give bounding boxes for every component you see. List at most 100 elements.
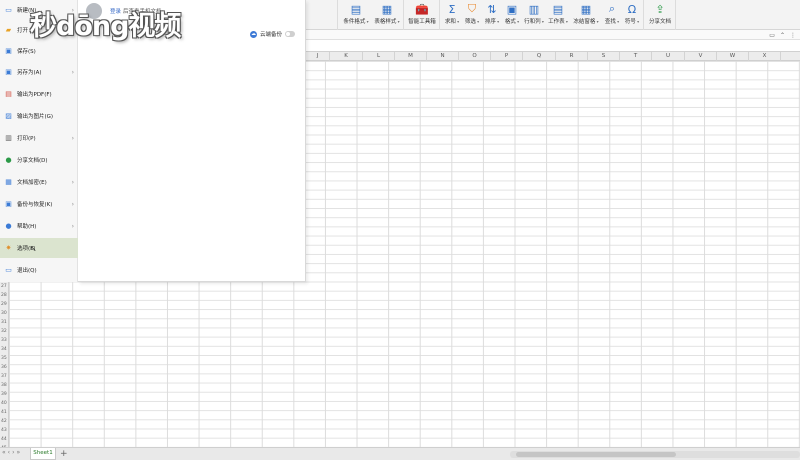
freeze-panes-button[interactable]: ▦ 冻结窗格 bbox=[571, 2, 601, 28]
ribbon-share-group: ⇪ 分享文档 bbox=[644, 0, 676, 30]
menu-item-label: 分享文档(D) bbox=[17, 158, 48, 164]
row-header[interactable]: 33 bbox=[0, 338, 9, 343]
column-header[interactable]: J bbox=[306, 52, 330, 61]
next-sheet-icon[interactable]: › bbox=[12, 449, 14, 456]
menu-item-save[interactable]: ▣ 保存(S) bbox=[0, 41, 78, 61]
menu-item-label: 打印(P) bbox=[17, 136, 36, 142]
first-sheet-icon[interactable]: « bbox=[2, 449, 6, 456]
prev-sheet-icon[interactable]: ‹ bbox=[8, 449, 10, 456]
row-header[interactable]: 27 bbox=[0, 284, 9, 289]
last-sheet-icon[interactable]: » bbox=[16, 449, 20, 456]
save-icon: ▣ bbox=[5, 47, 12, 55]
smart-toolbox-button[interactable]: 🧰 智能工具箱 bbox=[406, 2, 438, 28]
share-document-label: 分享文档 bbox=[648, 19, 671, 25]
column-header[interactable]: N bbox=[427, 52, 459, 61]
row-header[interactable]: 35 bbox=[0, 356, 9, 361]
menu-item-exit[interactable]: ▭ 退出(Q) bbox=[0, 260, 78, 280]
comment-icon[interactable]: ▭ bbox=[769, 32, 775, 39]
column-header[interactable]: Q bbox=[523, 52, 556, 61]
worksheet-button[interactable]: ▤ 工作表 bbox=[547, 2, 569, 28]
format-button[interactable]: ▣ 格式 bbox=[503, 2, 521, 28]
row-header[interactable]: 42 bbox=[0, 419, 9, 424]
chevron-right-icon: › bbox=[71, 200, 74, 208]
menu-item-label: 保存(S) bbox=[17, 49, 36, 55]
column-header[interactable]: T bbox=[620, 52, 652, 61]
filter-icon: ⛉ bbox=[467, 2, 477, 15]
lock-icon: ▦ bbox=[5, 178, 12, 186]
rows-columns-button[interactable]: ▥ 行和列 bbox=[523, 2, 545, 28]
row-header[interactable]: 38 bbox=[0, 383, 9, 388]
row-header[interactable]: 44 bbox=[0, 437, 9, 442]
column-header[interactable]: M bbox=[395, 52, 427, 61]
row-header[interactable]: 30 bbox=[0, 311, 9, 316]
sort-button[interactable]: ⇅ 排序 bbox=[483, 2, 501, 28]
menu-item-label: 另存为(A) bbox=[17, 70, 42, 76]
conditional-format-label: 条件格式 bbox=[343, 17, 368, 25]
menu-item-backup[interactable]: ▣ 备份与恢复(K) › bbox=[0, 194, 78, 214]
gear-icon: ✷ bbox=[5, 244, 12, 252]
column-header[interactable]: V bbox=[685, 52, 717, 61]
row-header[interactable]: 29 bbox=[0, 302, 9, 307]
row-header[interactable]: 32 bbox=[0, 329, 9, 334]
row-header[interactable]: 34 bbox=[0, 347, 9, 352]
menu-item-export-image[interactable]: ▨ 输出为图片(G) bbox=[0, 106, 78, 126]
minimize-ribbon-icon[interactable]: ⌃ bbox=[780, 32, 785, 39]
sheet-tab-bar: « ‹ › » Sheet1 + bbox=[0, 447, 800, 460]
menu-item-label: 输出为图片(G) bbox=[17, 114, 54, 120]
conditional-format-icon: ▤ bbox=[350, 2, 362, 16]
sum-button[interactable]: Σ 求和 bbox=[443, 2, 461, 28]
menu-item-options[interactable]: ✷ 选项(L) bbox=[0, 238, 78, 258]
share-icon: ● bbox=[5, 156, 12, 164]
row-header[interactable]: 31 bbox=[0, 320, 9, 325]
omega-icon: Ω bbox=[627, 2, 637, 16]
column-header[interactable]: X bbox=[749, 52, 781, 61]
help-icon: ● bbox=[5, 222, 12, 230]
cloud-backup-setting: ☁ 云端备份 bbox=[249, 30, 295, 38]
menu-item-help[interactable]: ● 帮助(H) › bbox=[0, 216, 78, 236]
column-header[interactable]: S bbox=[588, 52, 620, 61]
ribbon-style-group: ▤ 条件格式 ▦ 表格样式 bbox=[338, 0, 404, 30]
find-button[interactable]: ⌕ 查找 bbox=[603, 2, 621, 28]
column-header[interactable]: U bbox=[652, 52, 685, 61]
window-icons: ▭ ⌃ ⋮ bbox=[769, 30, 796, 40]
horizontal-scroll-thumb[interactable] bbox=[516, 452, 676, 457]
row-header[interactable]: 28 bbox=[0, 293, 9, 298]
column-header[interactable]: W bbox=[717, 52, 749, 61]
row-header[interactable]: 37 bbox=[0, 374, 9, 379]
row-header[interactable]: 39 bbox=[0, 392, 9, 397]
column-header[interactable]: O bbox=[459, 52, 491, 61]
row-header[interactable]: 36 bbox=[0, 365, 9, 370]
folder-open-icon: ▰ bbox=[5, 26, 12, 34]
filter-button[interactable]: ⛉ 筛选 bbox=[463, 2, 481, 28]
menu-item-print[interactable]: ▥ 打印(P) › bbox=[0, 128, 78, 148]
menu-item-save-as[interactable]: ▣ 另存为(A) › bbox=[0, 62, 78, 82]
freeze-panes-icon: ▦ bbox=[580, 2, 592, 16]
row-header[interactable]: 41 bbox=[0, 410, 9, 415]
sheet-tab-sheet1[interactable]: Sheet1 bbox=[30, 448, 56, 460]
column-header[interactable]: K bbox=[330, 52, 363, 61]
add-sheet-button[interactable]: + bbox=[60, 448, 68, 460]
chevron-right-icon: › bbox=[71, 68, 74, 76]
share-document-button[interactable]: ⇪ 分享文档 bbox=[646, 2, 674, 28]
backup-icon: ▣ bbox=[5, 200, 12, 208]
cloud-backup-toggle[interactable] bbox=[285, 31, 295, 37]
formula-strip: ▭ ⌃ ⋮ bbox=[306, 30, 800, 40]
row-header[interactable]: 40 bbox=[0, 401, 9, 406]
row-header[interactable]: 43 bbox=[0, 428, 9, 433]
column-header[interactable]: L bbox=[363, 52, 395, 61]
watermark-logo: 秒dōng视频 bbox=[30, 11, 181, 42]
column-header[interactable]: P bbox=[491, 52, 523, 61]
menu-item-share[interactable]: ● 分享文档(D) bbox=[0, 150, 78, 170]
more-icon[interactable]: ⋮ bbox=[790, 32, 796, 39]
symbol-button[interactable]: Ω 符号 bbox=[623, 2, 641, 28]
save-as-icon: ▣ bbox=[5, 68, 12, 76]
menu-item-encrypt[interactable]: ▦ 文档加密(E) › bbox=[0, 172, 78, 192]
menu-item-export-pdf[interactable]: ▤ 输出为PDF(F) bbox=[0, 84, 78, 104]
conditional-format-button[interactable]: ▤ 条件格式 bbox=[342, 2, 370, 28]
horizontal-scrollbar[interactable] bbox=[510, 451, 800, 458]
column-header[interactable]: R bbox=[556, 52, 588, 61]
rows-columns-label: 行和列 bbox=[524, 17, 544, 25]
format-icon: ▣ bbox=[506, 2, 518, 16]
table-style-button[interactable]: ▦ 表格样式 bbox=[372, 2, 402, 28]
menu-item-label: 备份与恢复(K) bbox=[17, 202, 53, 208]
